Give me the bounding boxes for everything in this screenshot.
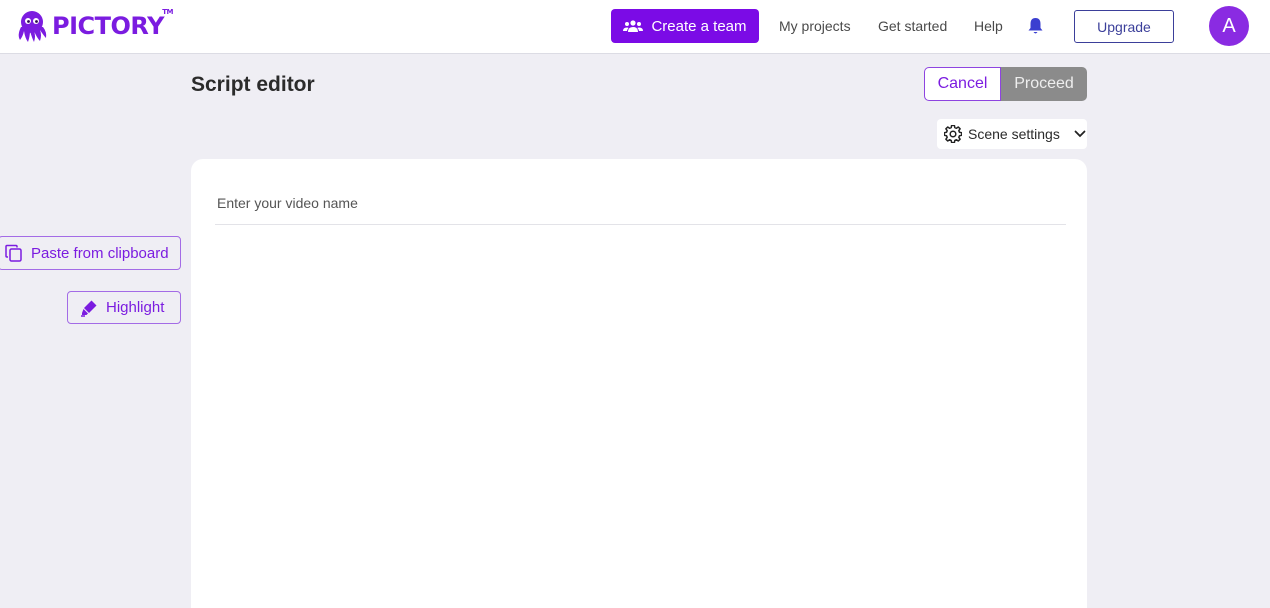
- create-team-label: Create a team: [651, 17, 747, 35]
- nav-get-started[interactable]: Get started: [878, 18, 947, 34]
- highlight-button[interactable]: Highlight: [67, 291, 181, 324]
- highlight-label: Highlight: [106, 299, 165, 316]
- pictory-logo[interactable]: PICTORY TM: [16, 8, 173, 44]
- create-team-button[interactable]: Create a team: [611, 9, 759, 43]
- paste-label: Paste from clipboard: [31, 244, 169, 262]
- paste-from-clipboard-button[interactable]: Paste from clipboard: [0, 236, 181, 270]
- bell-icon: [1028, 18, 1043, 34]
- chevron-down-icon: [1074, 130, 1086, 138]
- top-header: PICTORY TM Create a team My projects Get …: [0, 0, 1270, 54]
- nav-my-projects[interactable]: My projects: [779, 18, 851, 34]
- page-title: Script editor: [191, 73, 315, 96]
- scene-settings-label: Scene settings: [968, 126, 1060, 142]
- team-icon: [623, 20, 644, 32]
- octopus-logo-icon: [18, 11, 47, 42]
- nav-help[interactable]: Help: [974, 18, 1003, 34]
- cancel-button[interactable]: Cancel: [924, 67, 1001, 101]
- video-name-input[interactable]: [215, 181, 1066, 225]
- copy-icon: [5, 244, 22, 262]
- notifications-button[interactable]: [1027, 17, 1044, 40]
- scene-settings-dropdown[interactable]: Scene settings: [937, 119, 1087, 149]
- proceed-button[interactable]: Proceed: [1001, 67, 1087, 101]
- logo-text: PICTORY TM: [52, 8, 173, 40]
- script-editor-panel: [191, 159, 1087, 608]
- highlighter-icon: [81, 300, 97, 317]
- gear-icon: [944, 125, 962, 143]
- action-button-group: Cancel Proceed: [924, 67, 1087, 101]
- user-avatar[interactable]: A: [1209, 6, 1249, 46]
- upgrade-button[interactable]: Upgrade: [1074, 10, 1174, 43]
- logo-trademark: TM: [162, 8, 173, 16]
